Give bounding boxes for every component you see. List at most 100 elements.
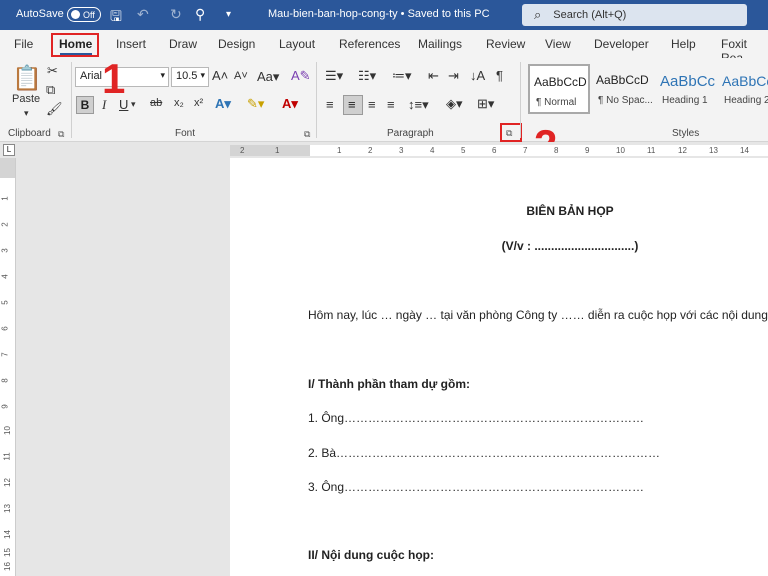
tab-draw[interactable]: Draw — [169, 37, 197, 51]
style-no-spacing[interactable]: AaBbCcD ¶ No Spac... — [592, 64, 654, 114]
chevron-down-icon: ▾ — [200, 70, 205, 80]
numbering-icon[interactable]: ☷▾ — [358, 68, 376, 84]
bold-button[interactable]: B — [76, 96, 94, 114]
document-page[interactable]: BIÊN BẢN HỌP (V/v : ....................… — [230, 158, 768, 576]
section-heading-attendees: I/ Thành phần tham dự gồm: — [308, 377, 471, 391]
increase-indent-icon[interactable]: ⇥ — [448, 68, 459, 84]
text-effects-icon[interactable]: A▾ — [215, 96, 231, 112]
format-painter-brush-icon[interactable]: 🖌 — [46, 101, 63, 117]
ruler-number: 7 — [0, 352, 10, 357]
cut-icon[interactable]: ✂ — [47, 63, 58, 79]
ruler-number: 5 — [461, 146, 466, 155]
ribbon-tabs: File Home Insert Draw Design Layout Refe… — [0, 30, 768, 65]
style-name: ¶ Normal — [536, 97, 577, 108]
ruler-number: 9 — [585, 146, 590, 155]
tab-design[interactable]: Design — [218, 37, 255, 51]
toggle-knob — [71, 10, 80, 19]
paste-dropdown-icon[interactable]: ▾ — [24, 108, 29, 119]
paste-label[interactable]: Paste — [12, 93, 40, 105]
separator — [520, 62, 521, 138]
ruler-number: 13 — [2, 504, 12, 513]
justify-icon[interactable]: ≡ — [387, 97, 395, 112]
attendee-line: 1. Ông………………………………………………………………… — [308, 411, 645, 425]
shrink-font-icon[interactable]: A˅ — [234, 70, 248, 82]
save-icon[interactable]: 🖫 — [110, 6, 122, 30]
ruler-margin — [0, 158, 15, 178]
redo-icon[interactable]: ↻ — [170, 6, 182, 23]
grow-font-icon[interactable]: A˄ — [212, 68, 228, 83]
borders-icon[interactable]: ⊞▾ — [477, 96, 494, 112]
change-case-icon[interactable]: Aa▾ — [257, 69, 279, 85]
style-normal[interactable]: AaBbCcD ¶ Normal — [528, 64, 590, 114]
align-right-icon[interactable]: ≡ — [368, 97, 376, 112]
search-placeholder: Search (Alt+Q) — [553, 9, 627, 21]
title-bar: AutoSave Off 🖫 ↶ ↻ ⚲ ▾ Mau-bien-ban-hop-… — [0, 0, 768, 30]
multilevel-list-icon[interactable]: ≔▾ — [392, 68, 412, 84]
decrease-indent-icon[interactable]: ⇤ — [428, 68, 439, 84]
style-name: Heading 1 — [662, 95, 708, 106]
shading-icon[interactable]: ◈▾ — [446, 96, 463, 112]
undo-icon[interactable]: ↶ — [137, 6, 149, 23]
style-heading-1[interactable]: AaBbCc Heading 1 — [656, 64, 718, 114]
paste-icon[interactable]: 📋 — [12, 64, 42, 93]
format-painter-icon[interactable]: ⚲ — [195, 6, 205, 23]
search-box[interactable]: ⌕ Search (Alt+Q) — [522, 4, 747, 26]
ruler-number: 13 — [709, 146, 718, 155]
subscript-button[interactable]: x₂ — [174, 97, 184, 109]
vertical-ruler[interactable]: 1 2 3 4 5 6 7 8 9 10 11 12 13 14 15 16 — [0, 158, 16, 576]
ruler-number: 9 — [0, 404, 10, 409]
tab-layout[interactable]: Layout — [279, 37, 315, 51]
ruler-number: 14 — [740, 146, 749, 155]
superscript-button[interactable]: x² — [194, 97, 203, 109]
style-heading-2[interactable]: AaBbCc Heading 2 — [718, 64, 768, 114]
tab-references[interactable]: References — [339, 37, 400, 51]
style-sample: AaBbCc — [722, 73, 768, 89]
section-heading-content: II/ Nội dung cuộc họp: — [308, 548, 434, 562]
customize-toolbar-icon[interactable]: ▾ — [226, 9, 231, 20]
line-spacing-icon[interactable]: ↕≡▾ — [408, 97, 429, 113]
show-marks-icon[interactable]: ¶ — [496, 68, 503, 83]
underline-dropdown-icon[interactable]: ▾ — [131, 99, 136, 110]
ruler-track — [230, 145, 768, 156]
font-name-value: Arial — [80, 70, 103, 82]
tab-review[interactable]: Review — [486, 37, 525, 51]
horizontal-ruler[interactable]: L 2 1 1 2 3 4 5 6 7 8 9 10 11 12 13 14 — [0, 142, 768, 158]
font-size-input[interactable]: 10.5 ▾ — [171, 67, 209, 87]
tab-developer[interactable]: Developer — [594, 37, 649, 51]
align-center-button[interactable]: ≡ — [343, 95, 363, 115]
tab-help[interactable]: Help — [671, 37, 696, 51]
clear-formatting-icon[interactable]: A✎ — [291, 68, 311, 84]
styles-group-label: Styles — [672, 128, 700, 139]
style-sample: AaBbCcD — [596, 73, 649, 87]
tab-selector-icon[interactable]: L — [3, 144, 15, 156]
highlight-color-icon[interactable]: ✎▾ — [247, 96, 264, 112]
copy-icon[interactable]: ⧉ — [46, 82, 55, 98]
ruler-number: 2 — [240, 146, 245, 155]
ruler-number: 14 — [2, 530, 12, 539]
autosave-toggle[interactable]: Off — [67, 7, 101, 22]
align-left-icon[interactable]: ≡ — [326, 97, 334, 112]
tab-file[interactable]: File — [14, 37, 33, 51]
attendee-line: 2. Bà……………………………………………………………………… — [308, 446, 661, 460]
font-color-icon[interactable]: A▾ — [282, 96, 298, 112]
clipboard-group-label: Clipboard — [8, 128, 51, 139]
ruler-number: 11 — [2, 452, 12, 461]
sort-icon[interactable]: ↓A — [470, 68, 485, 83]
bullets-icon[interactable]: ☰▾ — [325, 68, 343, 84]
ruler-number: 2 — [0, 222, 10, 227]
font-launcher-icon[interactable]: ⧉ — [304, 129, 310, 140]
ruler-number: 7 — [523, 146, 528, 155]
ruler-number: 5 — [0, 300, 10, 305]
font-group-label: Font — [175, 128, 196, 139]
tab-view[interactable]: View — [545, 37, 571, 51]
clipboard-launcher-icon[interactable]: ⧉ — [58, 129, 64, 140]
tab-insert[interactable]: Insert — [116, 37, 146, 51]
strikethrough-button[interactable]: ab — [150, 97, 162, 109]
ruler-number: 6 — [492, 146, 497, 155]
ruler-number: 4 — [430, 146, 435, 155]
align-center-icon: ≡ — [348, 97, 356, 112]
autosave-state: Off — [83, 9, 95, 20]
ruler-number: 11 — [647, 146, 656, 155]
style-name: Heading 2 — [724, 95, 768, 106]
tab-mailings[interactable]: Mailings — [418, 37, 462, 51]
